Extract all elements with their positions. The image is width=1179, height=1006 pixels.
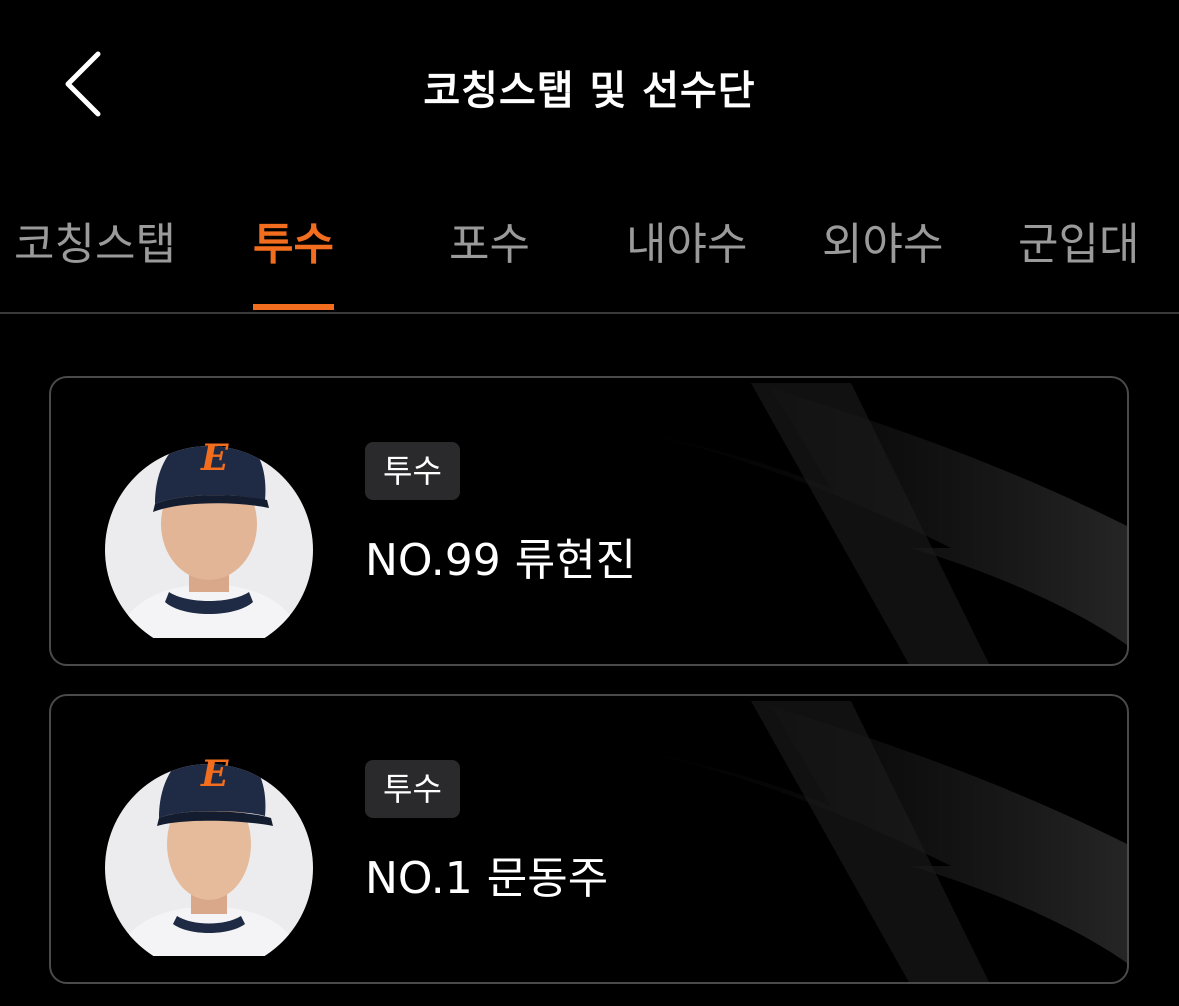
tab-label: 내야수 bbox=[626, 219, 748, 270]
tab-catcher[interactable]: 포수 bbox=[449, 208, 530, 312]
player-photo: E bbox=[105, 437, 313, 638]
tab-pitcher[interactable]: 투수 bbox=[253, 208, 334, 312]
player-photo: E bbox=[105, 753, 313, 956]
tab-label: 군입대 bbox=[1018, 219, 1140, 270]
player-card[interactable]: E 투수 NO.99 류현진 bbox=[49, 376, 1129, 666]
header: 코칭스탭 및 선수단 bbox=[0, 0, 1179, 170]
tab-outfielder[interactable]: 외야수 bbox=[822, 208, 943, 312]
tab-infielder[interactable]: 내야수 bbox=[626, 208, 747, 312]
tab-bar: 코칭스탭 투수 포수 내야수 외야수 군입대 bbox=[0, 190, 1179, 314]
tab-label: 포수 bbox=[449, 219, 530, 270]
player-card[interactable]: E 투수 NO.1 문동주 bbox=[49, 694, 1129, 984]
player-name: NO.1 문동주 bbox=[365, 853, 609, 904]
player-name: NO.99 류현진 bbox=[365, 535, 637, 586]
tab-coaching-staff[interactable]: 코칭스탭 bbox=[14, 208, 176, 312]
position-badge: 투수 bbox=[365, 760, 460, 818]
tab-label: 코칭스탭 bbox=[14, 219, 176, 270]
position-badge: 투수 bbox=[365, 442, 460, 500]
tab-military[interactable]: 군입대 bbox=[1018, 208, 1139, 312]
active-tab-indicator bbox=[253, 304, 334, 310]
tab-label: 투수 bbox=[253, 219, 334, 270]
cap-logo-icon: E bbox=[200, 753, 229, 795]
cap-logo-icon: E bbox=[200, 437, 229, 479]
page-title: 코칭스탭 및 선수단 bbox=[423, 68, 756, 114]
tab-label: 외야수 bbox=[822, 219, 944, 270]
